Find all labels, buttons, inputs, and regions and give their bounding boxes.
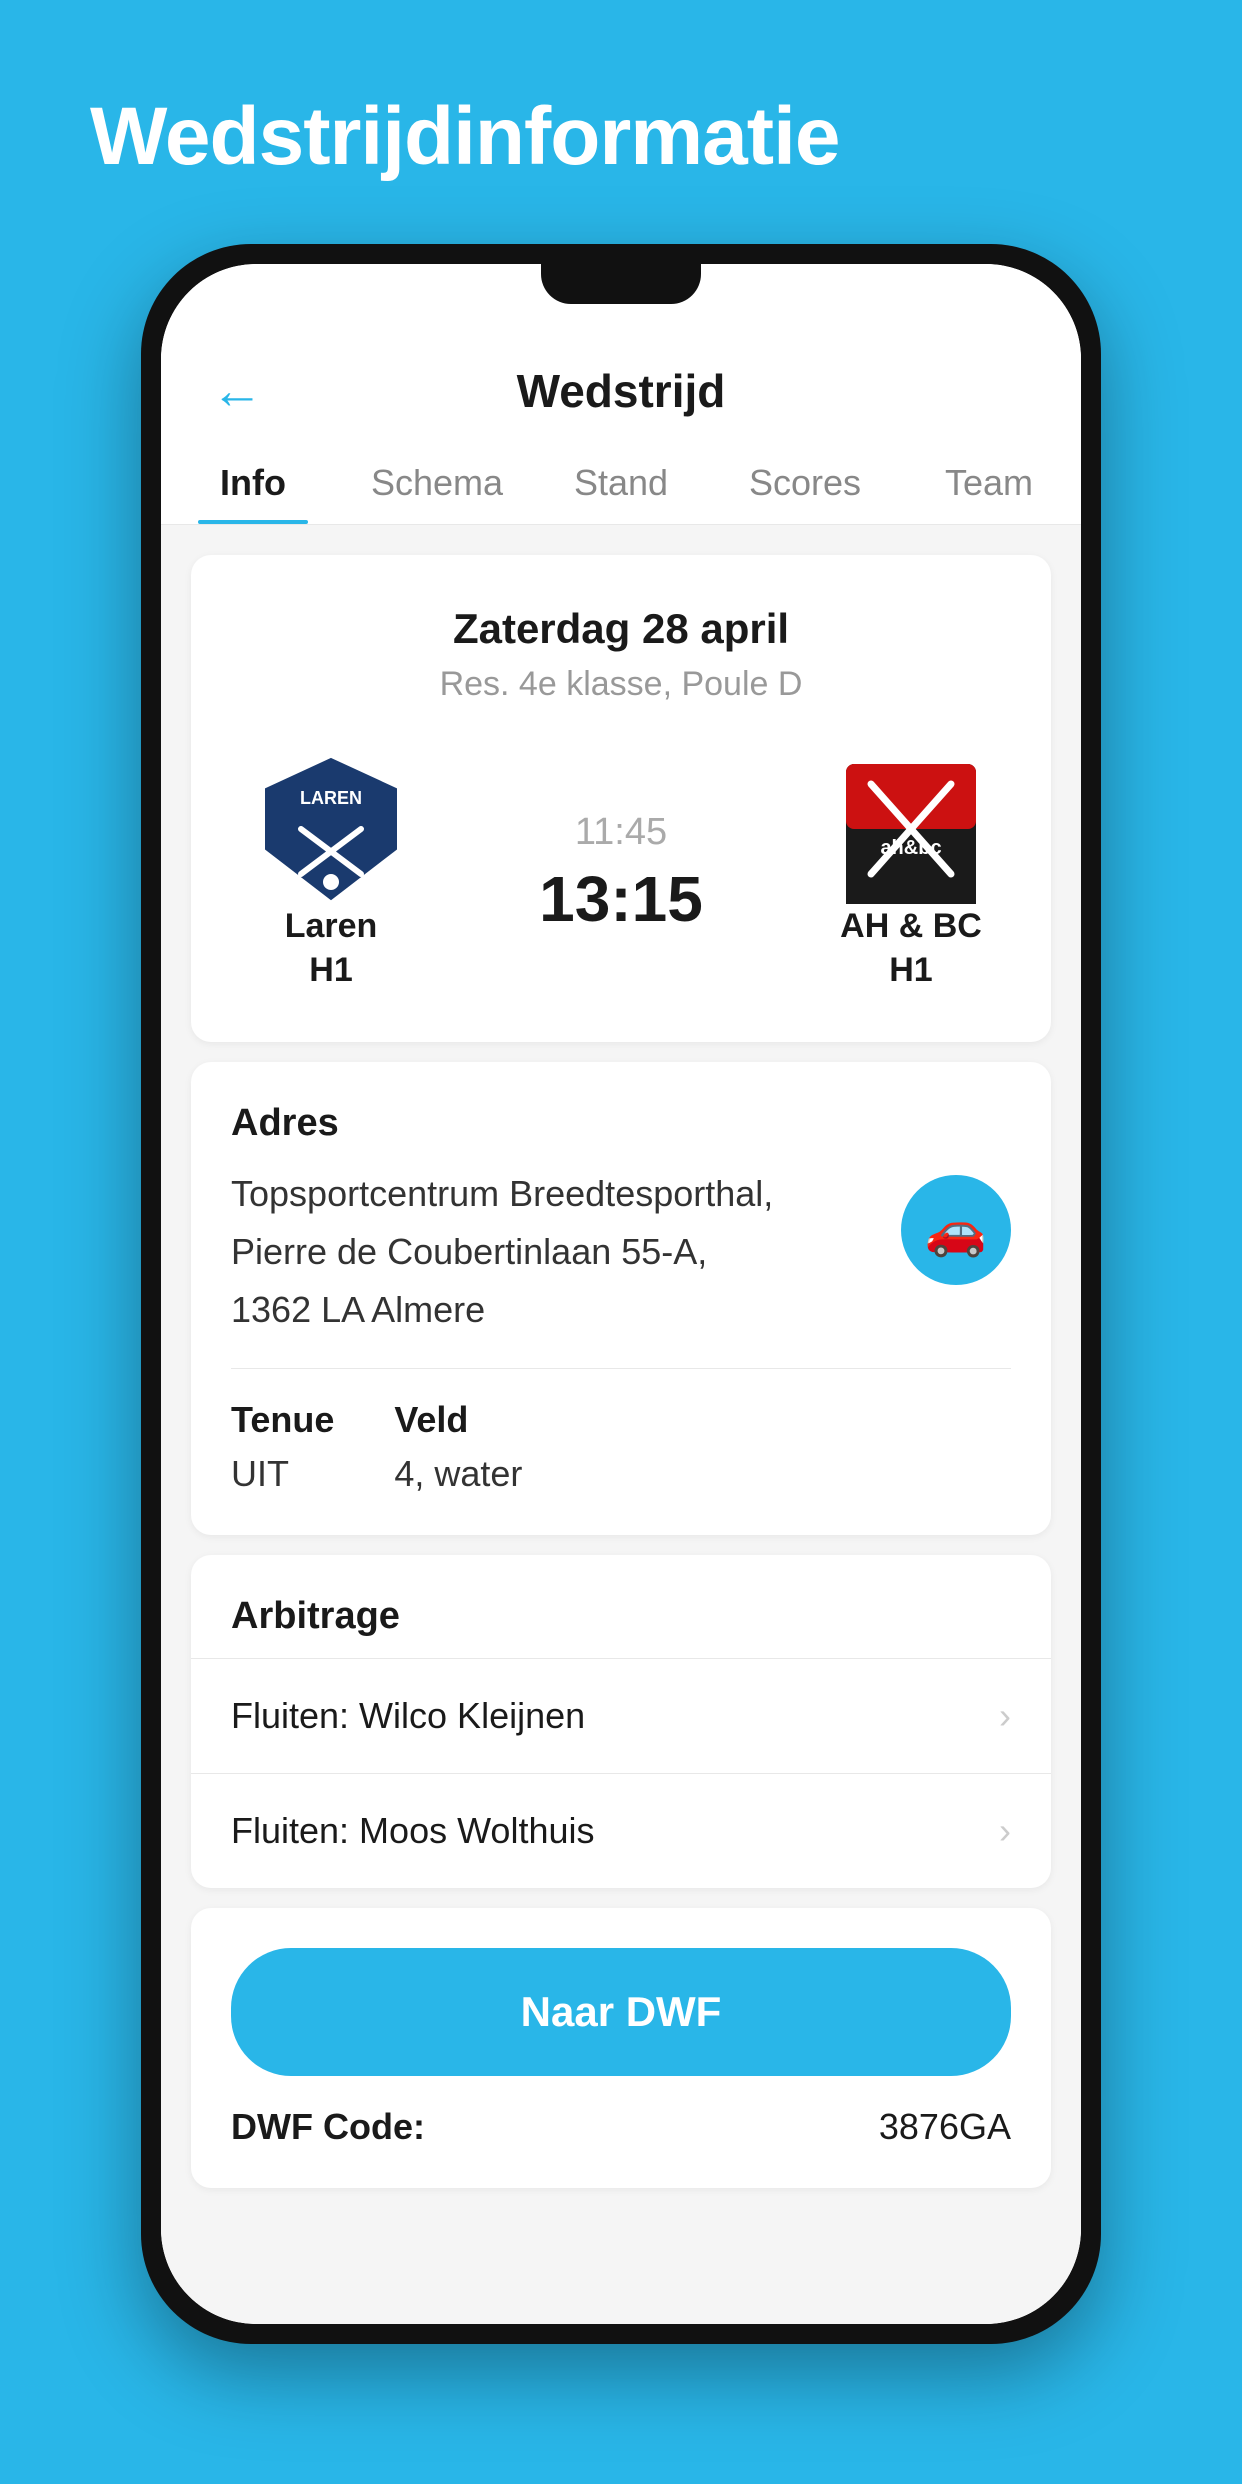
ahbc-logo: ah&bc bbox=[836, 754, 986, 904]
tenue-veld-row: Tenue UIT Veld 4, water bbox=[231, 1399, 1011, 1495]
phone-screen: ← Wedstrijd Info Schema Stand Scores Te bbox=[161, 264, 1081, 2324]
app-content: ← Wedstrijd Info Schema Stand Scores Te bbox=[161, 264, 1081, 2324]
address-label: Adres bbox=[231, 1102, 1011, 1145]
navigate-button[interactable]: 🚗 bbox=[901, 1175, 1011, 1285]
header-title: Wedstrijd bbox=[517, 364, 726, 418]
match-teams: LAREN Laren H1 bbox=[231, 754, 1011, 992]
match-time-planned: 11:45 bbox=[575, 811, 667, 854]
tenue-block: Tenue UIT bbox=[231, 1399, 334, 1495]
match-date: Zaterdag 28 april bbox=[231, 605, 1011, 653]
tab-stand[interactable]: Stand bbox=[529, 438, 713, 524]
dwf-code-value: 3876GA bbox=[879, 2106, 1011, 2148]
dwf-button[interactable]: Naar DWF bbox=[231, 1948, 1011, 2076]
tab-bar: Info Schema Stand Scores Team bbox=[161, 438, 1081, 525]
away-team-block: ah&bc AH & BC H1 bbox=[811, 754, 1011, 992]
veld-block: Veld 4, water bbox=[394, 1399, 522, 1495]
score-block: 11:45 13:15 bbox=[539, 811, 703, 936]
svg-text:ah&bc: ah&bc bbox=[880, 837, 941, 859]
tenue-label: Tenue bbox=[231, 1399, 334, 1441]
tab-info[interactable]: Info bbox=[161, 438, 345, 524]
dwf-code-label: DWF Code: bbox=[231, 2106, 425, 2148]
tab-scores[interactable]: Scores bbox=[713, 438, 897, 524]
address-text: Topsportcentrum Breedtesporthal, Pierre … bbox=[231, 1165, 881, 1338]
tab-team[interactable]: Team bbox=[897, 438, 1081, 524]
tenue-value: UIT bbox=[231, 1453, 334, 1495]
veld-label: Veld bbox=[394, 1399, 522, 1441]
app-header: ← Wedstrijd bbox=[161, 344, 1081, 438]
arbitrage-name-2: Fluiten: Moos Wolthuis bbox=[231, 1810, 594, 1852]
arbitrage-item-2[interactable]: Fluiten: Moos Wolthuis › bbox=[191, 1774, 1051, 1888]
scroll-body: Zaterdag 28 april Res. 4e klasse, Poule … bbox=[161, 525, 1081, 2324]
address-row: Topsportcentrum Breedtesporthal, Pierre … bbox=[231, 1165, 1011, 1338]
back-button[interactable]: ← bbox=[211, 361, 263, 421]
match-card: Zaterdag 28 april Res. 4e klasse, Poule … bbox=[191, 555, 1051, 1042]
car-icon: 🚗 bbox=[925, 1201, 987, 1260]
arbitrage-section: Arbitrage Fluiten: Wilco Kleijnen › Flui… bbox=[191, 1555, 1051, 1888]
dwf-code-row: DWF Code: 3876GA bbox=[231, 2106, 1011, 2148]
chevron-icon-1: › bbox=[999, 1695, 1011, 1737]
chevron-icon-2: › bbox=[999, 1810, 1011, 1852]
divider bbox=[231, 1368, 1011, 1369]
phone-notch bbox=[541, 264, 701, 304]
page-title: Wedstrijdinformatie bbox=[0, 90, 839, 184]
away-team-name: AH & BC H1 bbox=[840, 904, 982, 992]
match-league: Res. 4e klasse, Poule D bbox=[231, 665, 1011, 704]
tab-schema[interactable]: Schema bbox=[345, 438, 529, 524]
arbitrage-name-1: Fluiten: Wilco Kleijnen bbox=[231, 1695, 585, 1737]
laren-logo: LAREN bbox=[256, 754, 406, 904]
phone-frame: ← Wedstrijd Info Schema Stand Scores Te bbox=[141, 244, 1101, 2344]
arbitrage-item-1[interactable]: Fluiten: Wilco Kleijnen › bbox=[191, 1659, 1051, 1774]
home-team-block: LAREN Laren H1 bbox=[231, 754, 431, 992]
dwf-section: Naar DWF DWF Code: 3876GA bbox=[191, 1908, 1051, 2188]
address-section: Adres Topsportcentrum Breedtesporthal, P… bbox=[191, 1062, 1051, 1535]
svg-text:LAREN: LAREN bbox=[300, 788, 362, 808]
home-team-name: Laren H1 bbox=[285, 904, 378, 992]
arbitrage-label: Arbitrage bbox=[191, 1595, 1051, 1659]
veld-value: 4, water bbox=[394, 1453, 522, 1495]
match-score: 13:15 bbox=[539, 862, 703, 936]
